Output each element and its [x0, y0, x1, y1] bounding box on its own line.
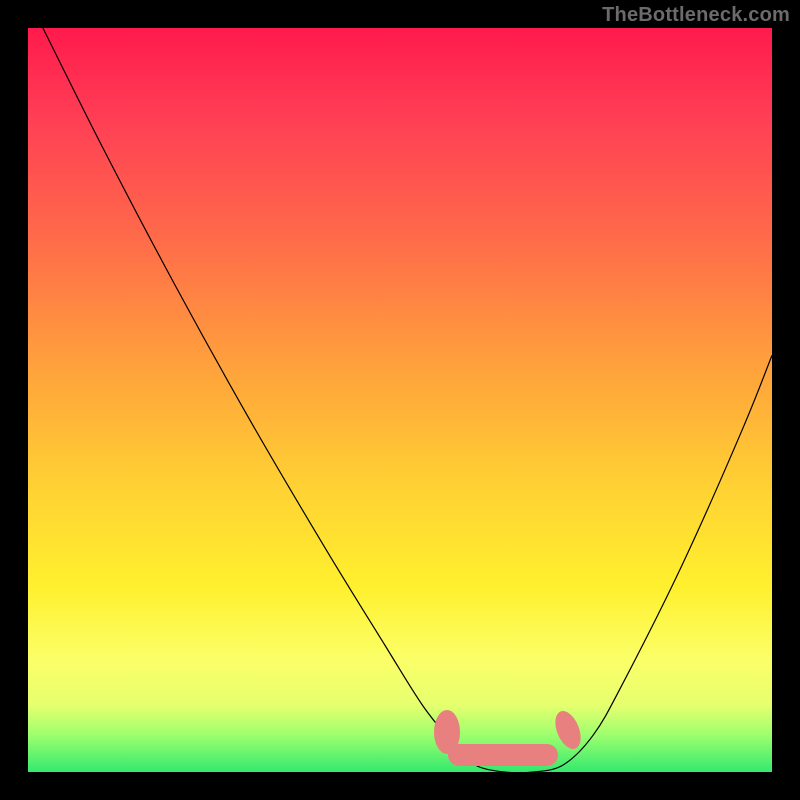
- bottleneck-curve: [43, 28, 772, 773]
- chart-frame: TheBottleneck.com: [0, 0, 800, 800]
- plot-svg: [28, 28, 772, 772]
- highlight-blob-mid: [448, 744, 558, 766]
- highlight-blob-right: [550, 707, 585, 752]
- optimal-range-marker: [434, 707, 586, 766]
- watermark-text: TheBottleneck.com: [602, 4, 790, 27]
- plot-area: [28, 28, 772, 772]
